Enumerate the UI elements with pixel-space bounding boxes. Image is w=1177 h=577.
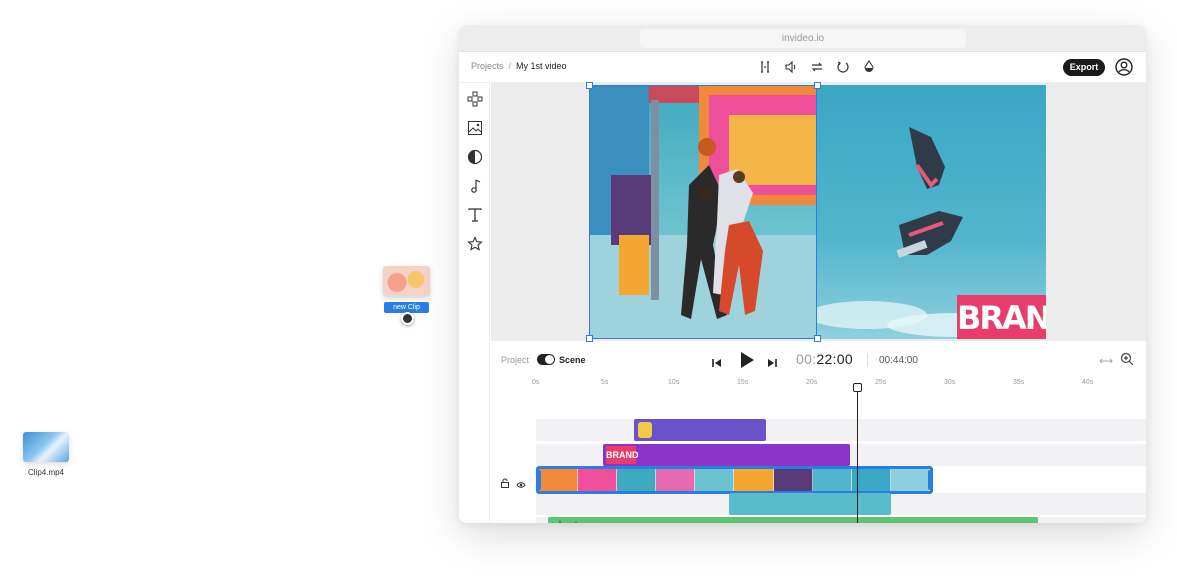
timeline-ruler: 0s 5s 10s 15s 20s 25s 30s 35s 40s (491, 377, 1146, 391)
browser-titlebar: invideo.io (459, 25, 1146, 52)
video-clip[interactable] (536, 466, 933, 494)
audio-clip[interactable] (548, 517, 1038, 523)
playhead-line (857, 387, 858, 523)
url-bar[interactable]: invideo.io (640, 29, 966, 48)
scene-shoes[interactable]: BRAND (817, 85, 1046, 339)
file-thumbnail[interactable] (23, 432, 69, 462)
ruler-tick: 25s (875, 379, 887, 386)
resize-handle-br[interactable] (814, 335, 821, 342)
rotate-icon[interactable] (835, 58, 851, 76)
music-icon[interactable] (467, 178, 483, 194)
trim-handle-right[interactable] (928, 470, 933, 490)
brand-overlay[interactable]: BRAND (957, 295, 1046, 339)
selection-box (589, 85, 817, 339)
track-emoji (536, 419, 1146, 441)
swap-icon[interactable] (809, 58, 825, 76)
breadcrumb-separator: / (508, 61, 512, 71)
breadcrumb: Projects / My 1st video (471, 61, 567, 71)
video-frame (539, 469, 579, 491)
timeline: 0s 5s 10s 15s 20s 25s 30s 35s 40s BRAND (491, 377, 1146, 523)
ruler-tick: 5s (601, 379, 609, 386)
video-frame (695, 469, 735, 491)
edit-toolbar (757, 58, 877, 76)
stage: new Clip Clip4.mp4 invideo.io Projects / M… (0, 0, 1177, 577)
drag-cursor (401, 312, 414, 325)
brand-clip-label: BRAND (606, 446, 639, 464)
emoji-clip[interactable] (634, 419, 766, 441)
skip-back-icon[interactable] (712, 355, 722, 373)
preview-canvas: BRAND (491, 82, 1146, 342)
layout-icon[interactable] (467, 91, 483, 107)
ruler-tick: 30s (944, 379, 956, 386)
editor-window: invideo.io Projects / My 1st video Expor… (459, 25, 1146, 523)
lock-icon[interactable] (500, 475, 510, 493)
ruler-tick: 40s (1082, 379, 1094, 386)
new-clip-thumbnail[interactable] (383, 266, 430, 296)
video-frame (773, 469, 813, 491)
video-frame (734, 469, 774, 491)
ruler-tick: 15s (737, 379, 749, 386)
shoes-clip[interactable] (729, 493, 891, 515)
resize-handle-tr[interactable] (814, 82, 821, 89)
volume-icon[interactable] (783, 58, 799, 76)
project-mode-label: Project (501, 355, 530, 365)
video-frame (617, 469, 657, 491)
text-icon[interactable] (467, 207, 483, 223)
audio-waveform (552, 519, 593, 523)
video-frame (812, 469, 852, 491)
scene-mode-label: Scene (559, 355, 586, 365)
star-icon[interactable] (467, 236, 483, 252)
current-time-main: 22:00 (816, 351, 853, 367)
sticker-icon[interactable] (467, 149, 483, 165)
ruler-tick: 10s (668, 379, 680, 386)
time-divider (867, 353, 868, 367)
brand-clip[interactable]: BRAND (603, 444, 850, 466)
rock-hand-icon (638, 422, 652, 438)
split-icon[interactable] (757, 58, 773, 76)
file-name: Clip4.mp4 (27, 468, 64, 477)
trim-handle-left[interactable] (536, 470, 541, 490)
fit-width-icon[interactable] (1099, 354, 1113, 372)
skip-forward-icon[interactable] (767, 355, 777, 373)
breadcrumb-current[interactable]: My 1st video (516, 61, 567, 71)
video-frame (578, 469, 618, 491)
media-icon[interactable] (467, 120, 483, 136)
resize-handle-bl[interactable] (586, 335, 593, 342)
current-time-prefix: 00: (796, 351, 817, 367)
timeline-controls: Project Scene 00:22:00 00:44:00 (491, 345, 1146, 377)
total-time: 00:44:00 (879, 355, 918, 366)
resize-handle-tl[interactable] (586, 82, 593, 89)
color-drop-icon[interactable] (861, 58, 877, 76)
left-sidebar (459, 83, 490, 523)
app-header: Projects / My 1st video Export (459, 52, 1146, 83)
current-time: 00:22:00 (796, 351, 853, 367)
playhead-handle[interactable] (853, 383, 862, 392)
zoom-in-icon[interactable] (1120, 352, 1134, 371)
breadcrumb-projects[interactable]: Projects (471, 61, 504, 71)
export-button[interactable]: Export (1063, 59, 1105, 76)
ruler-tick: 0s (532, 379, 540, 386)
mode-toggle[interactable] (537, 354, 555, 365)
eye-icon[interactable] (516, 476, 526, 494)
play-icon[interactable] (736, 350, 756, 375)
ruler-tick: 20s (806, 379, 818, 386)
video-frame (656, 469, 696, 491)
video-frame (890, 469, 930, 491)
ruler-tick: 35s (1013, 379, 1025, 386)
account-icon[interactable] (1115, 58, 1133, 76)
